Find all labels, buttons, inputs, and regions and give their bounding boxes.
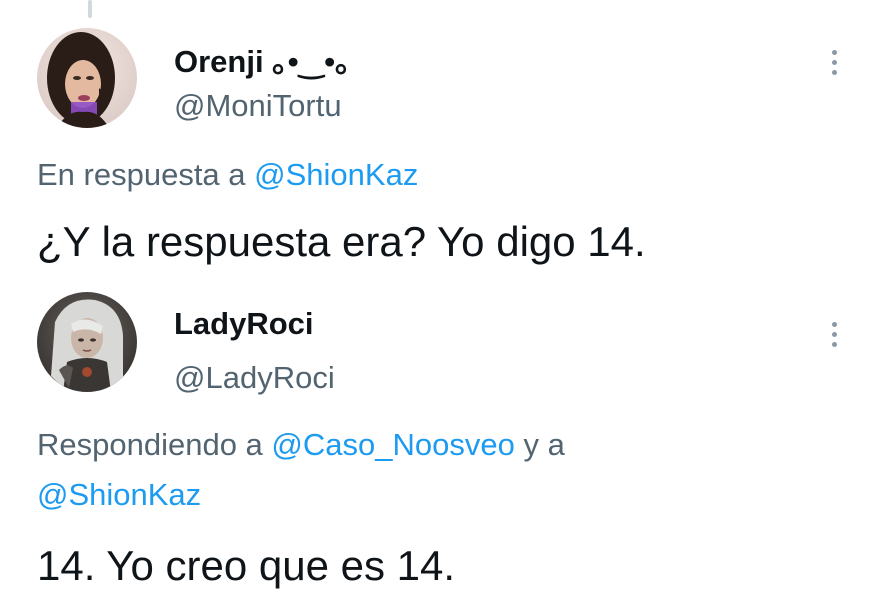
avatar-image [37, 292, 137, 392]
mention-link[interactable]: @ShionKaz [37, 477, 201, 512]
more-options-button[interactable] [816, 42, 852, 82]
tweet[interactable]: LadyRoci @LadyRoci Respondiendo a @Caso_… [0, 290, 879, 589]
more-vertical-icon-dot [831, 59, 837, 65]
more-vertical-icon-dot [831, 341, 837, 347]
reply-joiner: y a [523, 427, 565, 462]
reply-context: En respuesta a @ShionKaz [37, 150, 837, 200]
more-vertical-icon-dot [831, 69, 837, 75]
avatar[interactable] [37, 28, 137, 128]
tweet-text: 14. Yo creo que es 14. [37, 542, 456, 589]
reply-prefix: En respuesta a [37, 157, 246, 192]
reply-context: Respondiendo a @Caso_Noosveo y a @ShionK… [37, 420, 837, 520]
avatar-image [37, 28, 137, 128]
more-vertical-icon [831, 49, 837, 55]
mention-link[interactable]: @ShionKaz [254, 157, 418, 192]
more-vertical-icon-dot [831, 331, 837, 337]
user-handle[interactable]: @MoniTortu [174, 88, 342, 124]
more-options-button[interactable] [816, 314, 852, 354]
tweet-text: ¿Y la respuesta era? Yo digo 14. [37, 218, 646, 265]
more-vertical-icon [831, 321, 837, 327]
user-handle[interactable]: @LadyRoci [174, 360, 335, 396]
reply-prefix: Respondiendo a [37, 427, 263, 462]
tweet[interactable]: Orenji ｡•‿•｡ @MoniTortu En respuesta a @… [0, 0, 879, 290]
avatar[interactable] [37, 292, 137, 392]
mention-link[interactable]: @Caso_Noosveo [271, 427, 514, 462]
display-name[interactable]: LadyRoci [174, 306, 314, 342]
display-name[interactable]: Orenji ｡•‿•｡ [174, 36, 351, 81]
